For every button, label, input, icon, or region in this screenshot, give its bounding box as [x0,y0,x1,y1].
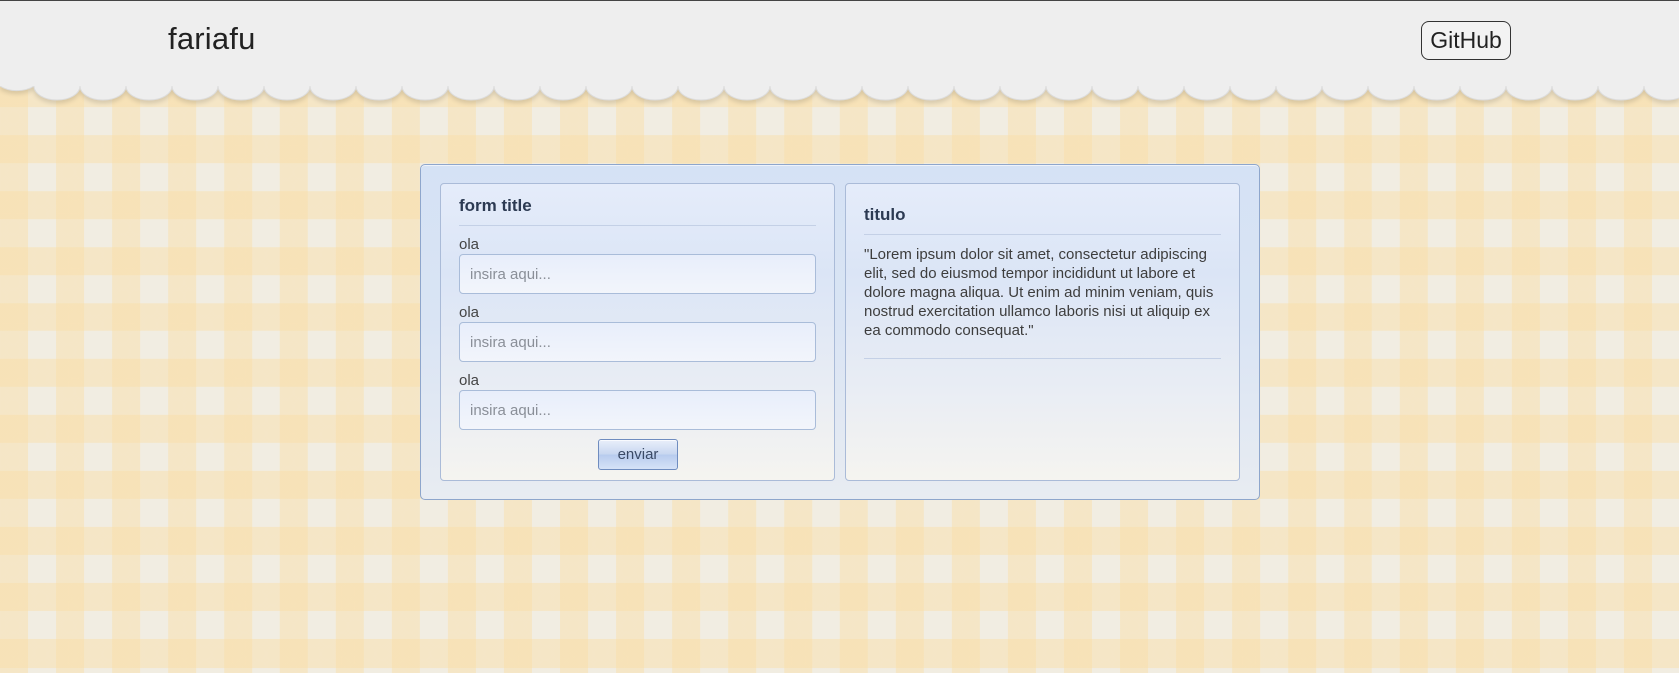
form-title: form title [459,196,532,215]
field-label-2: ola [459,304,480,321]
info-title: titulo [864,205,906,224]
info-panel: titulo "Lorem ipsum dolor sit amet, cons… [845,183,1240,481]
submit-button[interactable]: enviar [598,439,678,470]
main-window: form title ola ola ola enviar titulo "Lo… [420,164,1260,500]
brand-title[interactable]: fariafu [168,21,256,57]
text-input-1[interactable] [459,254,816,294]
form-panel: form title ola ola ola enviar [440,183,835,481]
info-title-divider [864,234,1221,235]
info-body-text: "Lorem ipsum dolor sit amet, consectetur… [864,246,1214,339]
github-button[interactable]: GitHub [1421,21,1511,60]
field-label-1: ola [459,236,480,253]
info-bottom-divider [864,358,1221,359]
field-label-3: ola [459,372,480,389]
top-header: fariafu GitHub [0,0,1679,86]
text-input-3[interactable] [459,390,816,430]
text-input-2[interactable] [459,322,816,362]
form-title-divider [459,225,816,226]
